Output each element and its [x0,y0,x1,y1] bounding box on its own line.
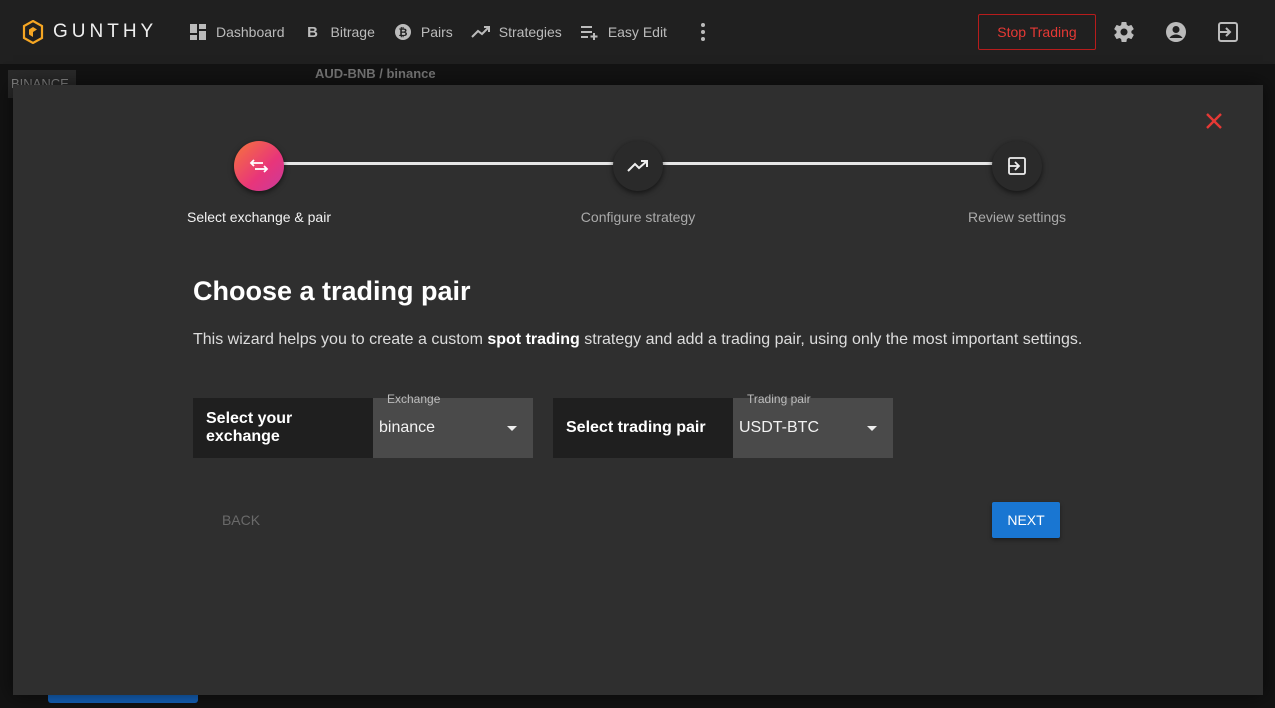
exchange-select[interactable]: Exchange binance [373,392,533,458]
chevron-down-icon [867,426,877,431]
back-button[interactable]: BACK [206,502,276,538]
nav-item-label: Bitrage [330,24,375,40]
stepper-connector [661,162,995,165]
nav-item-label: Pairs [420,24,453,40]
exit-to-app-icon [1008,157,1026,175]
pair-select-label: Select trading pair [553,398,733,458]
nav-item-dashboard[interactable]: Dashboard [188,22,285,42]
gunthy-logo[interactable]: GUNTHY [22,20,157,44]
exchange-float-label: Exchange [387,392,441,406]
nav-item-bitrage[interactable]: B Bitrage [303,22,375,42]
description-bold-text: spot trading [487,331,580,348]
nav-item-strategies[interactable]: Strategies [471,22,562,42]
trending-up-icon [627,160,648,172]
close-icon[interactable] [1203,110,1225,132]
pair-float-label: Trading pair [747,392,811,406]
step-2-label[interactable]: Configure strategy [528,209,748,225]
more-vert-icon[interactable] [693,23,713,41]
stepper-connector [281,162,615,165]
description-text: strategy and add a trading pair, using o… [579,331,1083,348]
logo-text: GUNTHY [53,21,158,42]
background-blue-button[interactable] [48,695,198,703]
pair-select[interactable]: Trading pair USDT-BTC [733,392,893,458]
step-3-label[interactable]: Review settings [907,209,1127,225]
pair-select-value: USDT-BTC [739,419,819,436]
nav-item-pairs[interactable]: ₿ Pairs [393,22,453,42]
bitcoin-icon: ₿ [393,22,413,42]
stop-trading-button[interactable]: Stop Trading [978,14,1096,50]
page-title: Choose a trading pair [193,276,471,306]
nav-item-label: Dashboard [216,24,285,40]
step-3-circle[interactable] [992,141,1042,191]
exchange-select-group: Select your exchange Exchange binance [193,392,533,458]
wizard-description: This wizard helps you to create a custom… [193,331,1082,349]
gear-icon[interactable] [1112,20,1136,44]
step-1-label[interactable]: Select exchange & pair [149,209,369,225]
pair-select-group: Select trading pair Trading pair USDT-BT… [553,392,893,458]
nav-item-easy-edit[interactable]: Easy Edit [580,22,667,42]
svg-text:₿: ₿ [398,27,407,39]
dashboard-icon [188,22,208,42]
top-navbar: GUNTHY Dashboard B Bitrage ₿ Pairs Strat… [0,0,1275,64]
step-1-circle[interactable] [234,141,284,191]
account-circle-icon[interactable] [1164,20,1188,44]
trending-up-icon [471,22,491,42]
chevron-down-icon [507,426,517,431]
exchange-select-label: Select your exchange [193,398,373,458]
wizard-modal: Select exchange & pair Configure strateg… [13,85,1263,695]
bitrage-b-icon: B [307,23,318,41]
nav-item-label: Strategies [498,24,562,40]
playlist-add-icon [580,22,600,42]
logout-icon[interactable] [1216,20,1240,44]
step-2-circle[interactable] [613,141,663,191]
nav-item-label: Easy Edit [607,24,667,40]
main-nav: Dashboard B Bitrage ₿ Pairs Strategies E… [188,0,713,64]
next-button[interactable]: NEXT [992,502,1060,538]
gunthy-logo-icon [22,20,44,44]
description-text: This wizard helps you to create a custom [193,331,488,348]
swap-icon [249,159,269,173]
exchange-select-value: binance [379,419,436,436]
